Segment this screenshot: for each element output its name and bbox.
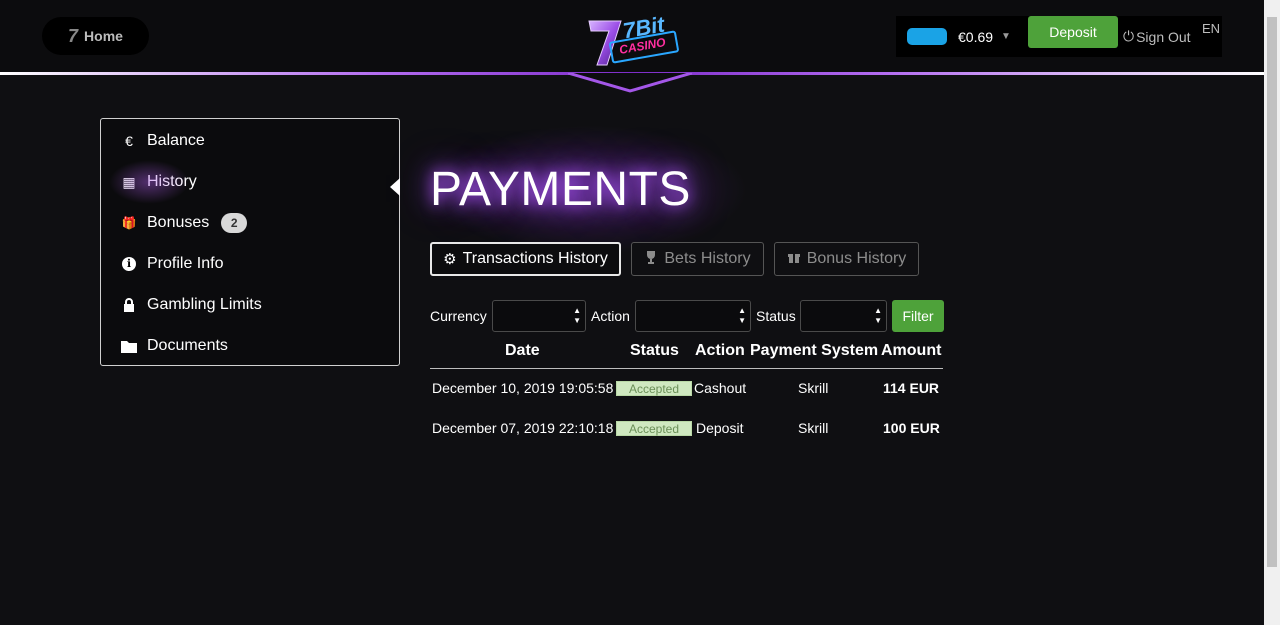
- select-arrows-icon: ▲ ▼: [738, 306, 746, 325]
- page-scrollbar[interactable]: [1264, 0, 1280, 625]
- page-title: PAYMENTS: [430, 163, 691, 216]
- row-amount: 114 EUR: [883, 380, 940, 396]
- status-filter-label: Status: [756, 308, 796, 324]
- table-header-divider: [430, 368, 943, 369]
- status-select[interactable]: ▲ ▼: [800, 300, 887, 332]
- select-arrows-icon: ▲ ▼: [573, 306, 581, 325]
- tab-label: Bets History: [664, 250, 751, 267]
- active-pointer: [390, 178, 400, 196]
- sidebar-item-documents[interactable]: Documents: [121, 334, 228, 358]
- row-action: Cashout: [694, 380, 747, 396]
- lock-icon: [121, 298, 137, 312]
- action-filter-label: Action: [591, 308, 630, 324]
- status-badge: Accepted: [616, 381, 692, 396]
- chevron-down-icon[interactable]: ▼: [1001, 31, 1011, 42]
- currency-filter-label: Currency: [430, 308, 487, 324]
- casino-logo[interactable]: 7Bit CASINO: [585, 12, 681, 69]
- gift-icon: [787, 250, 801, 268]
- language-selector[interactable]: EN: [1202, 21, 1220, 36]
- power-icon: ⏻: [1123, 28, 1135, 44]
- home-label: Home: [84, 28, 123, 44]
- sidebar-item-label: Documents: [147, 337, 228, 354]
- home-button[interactable]: 7 Home: [42, 17, 149, 55]
- tab-label: Bonus History: [806, 250, 907, 267]
- sign-out-button[interactable]: ⏻ Sign Out: [1123, 28, 1191, 45]
- column-header-payment-system: Payment System: [750, 342, 879, 359]
- sidebar-item-balance[interactable]: € Balance: [121, 129, 205, 153]
- header-notch: [568, 73, 692, 93]
- sidebar-item-bonuses[interactable]: 🎁 Bonuses 2: [121, 211, 248, 235]
- row-payment-system: Skrill: [798, 420, 829, 436]
- status-badge: Accepted: [616, 421, 692, 436]
- currency-select[interactable]: ▲ ▼: [492, 300, 586, 332]
- row-amount: 100 EUR: [883, 420, 940, 436]
- column-header-status: Status: [630, 342, 679, 359]
- sidebar-item-label: Gambling Limits: [147, 296, 262, 313]
- tab-bets-history[interactable]: Bets History: [631, 242, 764, 276]
- sidebar-item-profile-info[interactable]: ℹ Profile Info: [121, 252, 223, 276]
- top-header: 7 Home 7Bit CASINO €0.69 ▼ Deposit ⏻ Sig…: [0, 0, 1264, 75]
- select-arrows-icon: ▲ ▼: [874, 306, 882, 325]
- sidebar-item-label: Balance: [147, 132, 205, 149]
- sidebar-item-label: Bonuses: [147, 214, 210, 231]
- tab-label: Transactions History: [462, 250, 608, 267]
- balance-amount[interactable]: €0.69: [958, 29, 993, 45]
- column-header-amount: Amount: [881, 342, 942, 359]
- seven-logo-icon: 7: [68, 25, 79, 46]
- filter-button[interactable]: Filter: [892, 300, 944, 332]
- info-icon: ℹ: [121, 257, 137, 271]
- row-payment-system: Skrill: [798, 380, 829, 396]
- column-header-action: Action: [695, 342, 745, 359]
- sign-out-label: Sign Out: [1136, 28, 1191, 45]
- sidebar-item-history[interactable]: ▦ History: [109, 160, 197, 204]
- sidebar-item-gambling-limits[interactable]: Gambling Limits: [121, 293, 262, 317]
- scrollbar-thumb[interactable]: [1267, 17, 1277, 567]
- currency-chip[interactable]: [907, 28, 947, 45]
- tab-bonus-history[interactable]: Bonus History: [774, 242, 919, 276]
- tab-transactions-history[interactable]: ⚙ Transactions History: [430, 242, 621, 276]
- row-action: Deposit: [696, 420, 744, 436]
- deposit-button[interactable]: Deposit: [1028, 16, 1118, 48]
- info-glyph: ℹ: [122, 257, 136, 271]
- action-select[interactable]: ▲ ▼: [635, 300, 751, 332]
- folder-icon: [121, 340, 137, 353]
- column-header-date: Date: [505, 342, 540, 359]
- calendar-icon: ▦: [122, 173, 136, 190]
- row-date: December 10, 2019 19:05:58: [432, 380, 614, 396]
- euro-icon: €: [125, 133, 133, 149]
- gear-icon: ⚙: [443, 251, 457, 268]
- account-sidebar: € Balance ▦ History 🎁 Bonuses 2 ℹ Profil…: [100, 118, 400, 366]
- trophy-icon: [644, 250, 658, 269]
- sidebar-item-label: Profile Info: [147, 255, 224, 272]
- row-date: December 07, 2019 22:10:18: [432, 420, 614, 436]
- sidebar-item-label: History: [147, 173, 197, 190]
- gift-icon: 🎁: [121, 216, 137, 230]
- account-bar: €0.69 ▼ Deposit ⏻ Sign Out EN: [896, 16, 1222, 57]
- bonuses-count-badge: 2: [221, 213, 248, 233]
